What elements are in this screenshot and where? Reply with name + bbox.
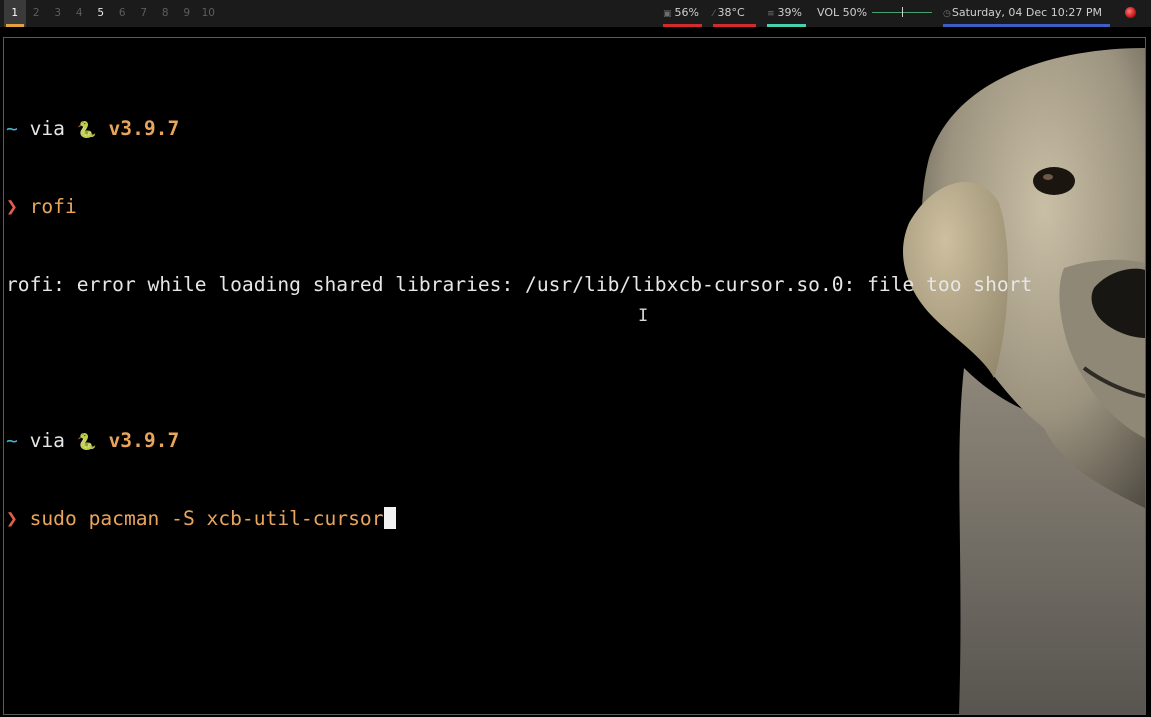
output-line: rofi: error while loading shared librari… (6, 272, 1032, 298)
prompt-directory: ~ (6, 117, 18, 140)
python-icon: 🐍 (76, 120, 97, 139)
memory-underline (767, 24, 806, 27)
terminal-window[interactable]: ~ via 🐍 v3.9.7 ❯ rofi rofi: error while … (3, 37, 1146, 715)
workspace-3[interactable]: 3 (47, 0, 69, 27)
volume-slider-knob[interactable] (902, 7, 903, 17)
volume-module[interactable]: VOL 50% (817, 0, 937, 27)
clock-value: Saturday, 04 Dec 10:27 PM (951, 6, 1103, 19)
command-line[interactable]: ❯ sudo pacman -S xcb-util-cursor (6, 506, 1032, 532)
clock-icon: ◷ (943, 9, 951, 19)
python-version: v3.9.7 (108, 429, 180, 452)
clock-module: ◷Saturday, 04 Dec 10:27 PM (943, 0, 1110, 27)
prompt-via: via (17, 429, 77, 452)
cpu-icon: ▣ (663, 9, 672, 19)
python-version: v3.9.7 (108, 117, 180, 140)
prompt-arrow-icon: ❯ (6, 507, 18, 530)
memory-module: ≡ 39% (767, 0, 806, 27)
command-text: rofi (29, 195, 77, 218)
error-output: rofi: error while loading shared librari… (6, 273, 1033, 296)
workspace-7[interactable]: 7 (133, 0, 155, 27)
workspace-5[interactable]: 5 (90, 0, 112, 27)
terminal-output[interactable]: ~ via 🐍 v3.9.7 ❯ rofi rofi: error while … (6, 64, 1032, 584)
prompt-line: ~ via 🐍 v3.9.7 (6, 428, 1032, 454)
workspace-8[interactable]: 8 (155, 0, 177, 27)
workspace-10[interactable]: 10 (198, 0, 220, 27)
workspace-9[interactable]: 9 (176, 0, 198, 27)
thermometer-icon: ⁄ (713, 9, 715, 19)
command-line: ❯ rofi (6, 194, 1032, 220)
prompt-via: via (17, 117, 77, 140)
memory-icon: ≡ (767, 9, 775, 19)
cpu-value: 56% (674, 6, 699, 19)
memory-value: 39% (777, 6, 802, 19)
volume-label: VOL 50% (817, 6, 868, 19)
power-icon[interactable] (1125, 7, 1136, 18)
clock-underline (943, 24, 1110, 27)
cpu-module: ▣ 56% (663, 0, 702, 27)
workspace-2[interactable]: 2 (26, 0, 48, 27)
temperature-underline (713, 24, 756, 27)
workspace-6[interactable]: 6 (112, 0, 134, 27)
text-cursor (383, 507, 396, 529)
workspace-1[interactable]: 1 (4, 0, 26, 27)
prompt-directory: ~ (6, 429, 18, 452)
status-bar: 1 2 3 4 5 6 7 8 9 10 ▣ 56% ⁄ 38°C ≡ 39% VOL 50% ◷Sat… (0, 0, 1151, 27)
prompt-arrow-icon: ❯ (6, 195, 18, 218)
command-input[interactable]: sudo pacman -S xcb-util-cursor (30, 507, 384, 530)
temperature-module: ⁄ 38°C (713, 0, 756, 27)
python-icon: 🐍 (76, 432, 97, 451)
cpu-underline (663, 24, 702, 27)
mouse-ibeam-icon: I (638, 306, 649, 326)
workspace-4[interactable]: 4 (69, 0, 91, 27)
temperature-value: 38°C (717, 6, 745, 19)
workspace-switcher: 1 2 3 4 5 6 7 8 9 10 (4, 0, 219, 27)
prompt-line: ~ via 🐍 v3.9.7 (6, 116, 1032, 142)
